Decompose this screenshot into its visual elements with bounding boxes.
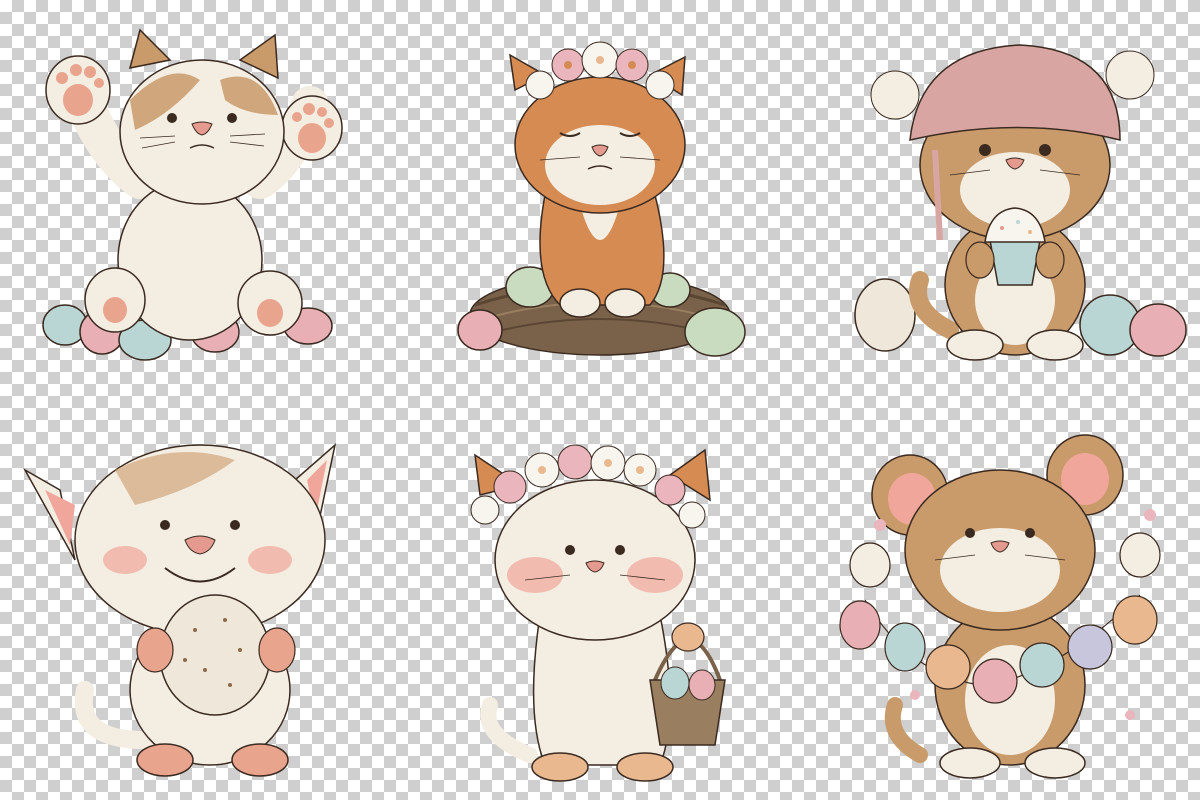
kitten-pink-hat-svg bbox=[854, 44, 1187, 361]
kitten-paws-up-illustration bbox=[20, 20, 380, 400]
smiling-kitten-egg-svg bbox=[23, 442, 337, 777]
kitten-flower-basket-svg bbox=[470, 444, 726, 782]
ginger-kitten-nest-illustration bbox=[420, 15, 780, 395]
smiling-kitten-egg-illustration bbox=[15, 420, 375, 800]
kitten-flower-basket-illustration bbox=[430, 415, 790, 795]
kitten-paws-up-svg bbox=[42, 28, 343, 361]
kitten-egg-garland-illustration bbox=[830, 415, 1190, 795]
transparent-checkerboard-background bbox=[0, 0, 1200, 800]
ginger-kitten-nest-svg bbox=[457, 41, 746, 357]
kitten-egg-garland-svg bbox=[839, 434, 1161, 779]
kitten-pink-hat-illustration bbox=[840, 10, 1200, 390]
